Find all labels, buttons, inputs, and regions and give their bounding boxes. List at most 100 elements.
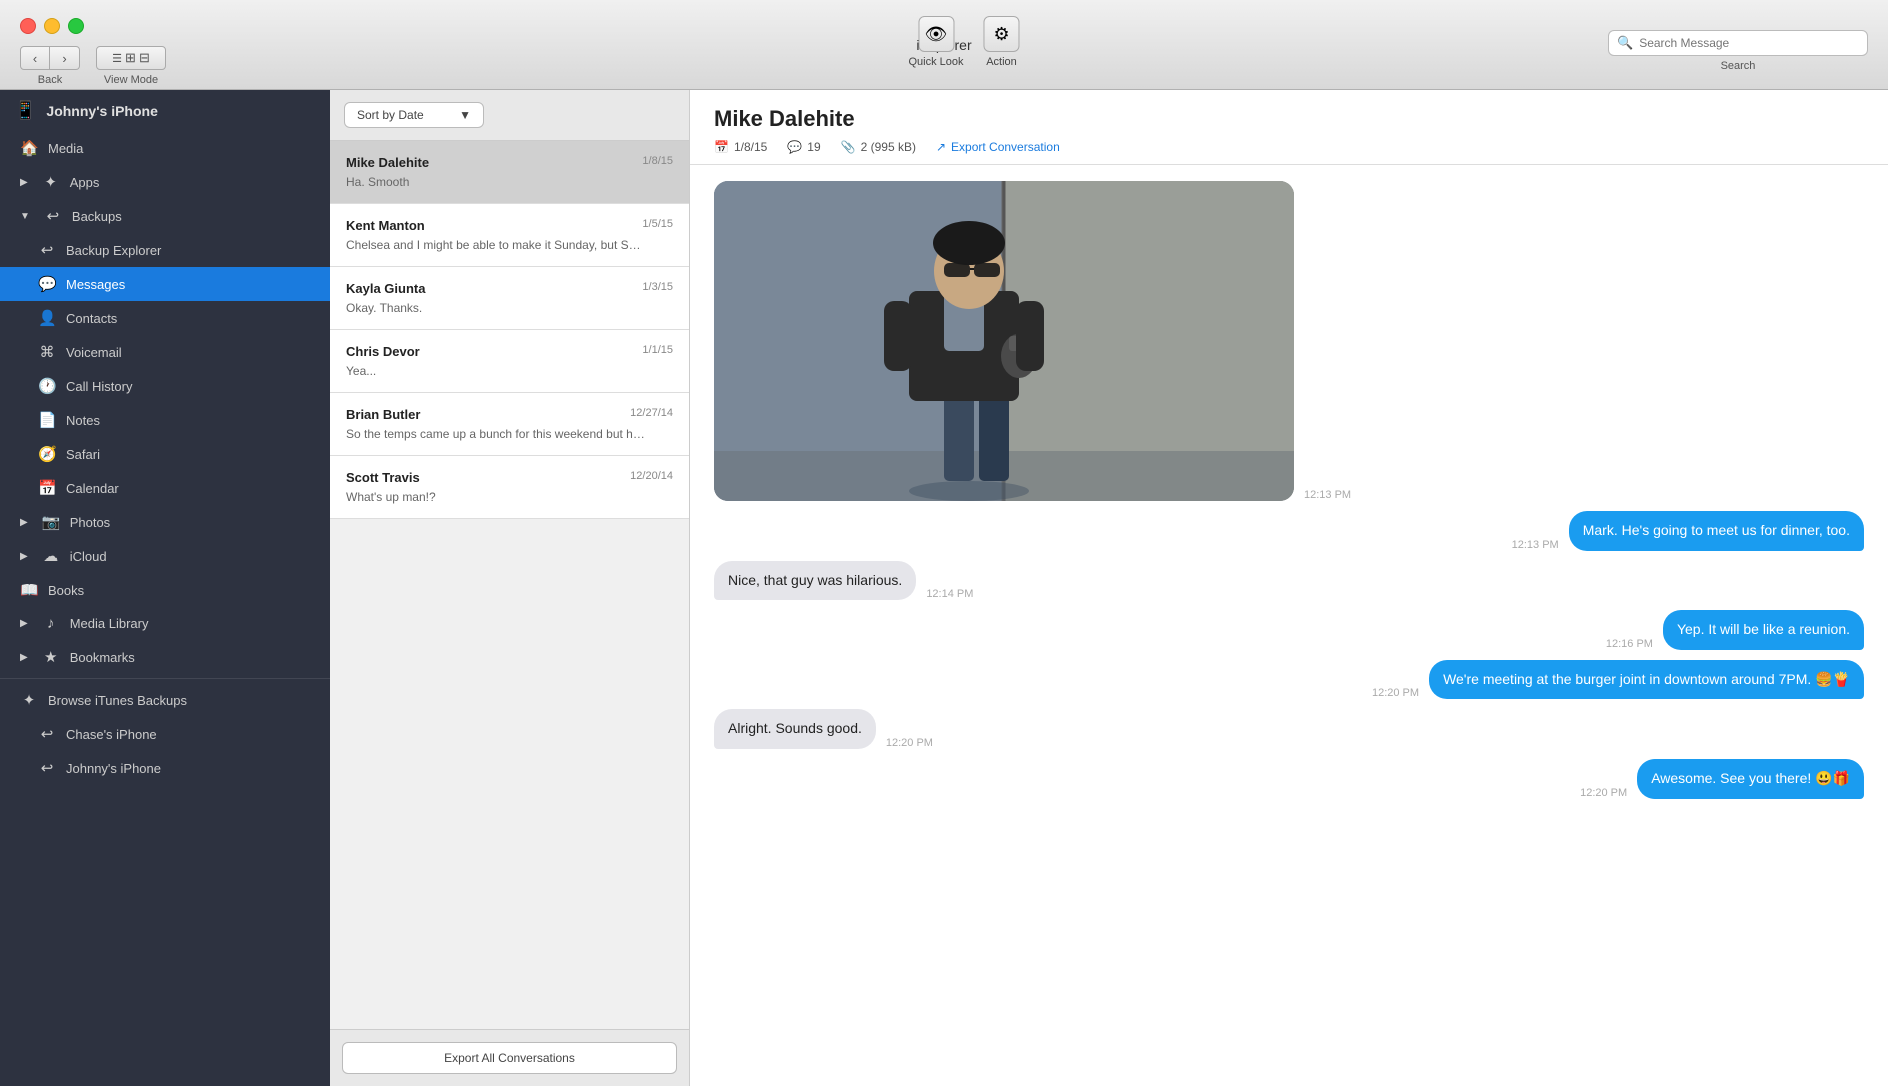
- conv-preview: Ha. Smooth: [346, 175, 646, 189]
- sidebar-item-calendar[interactable]: 📅 Calendar: [0, 471, 330, 505]
- sidebar-item-icloud[interactable]: ▶ ☁ iCloud: [0, 539, 330, 573]
- sidebar-item-media-library[interactable]: ▶ ♪ Media Library: [0, 607, 330, 640]
- close-button[interactable]: [20, 18, 36, 34]
- conv-item-kayla-giunta[interactable]: Kayla Giunta 1/3/15 Okay. Thanks.: [330, 267, 689, 330]
- conv-items: Mike Dalehite 1/8/15 Ha. Smooth Kent Man…: [330, 141, 689, 1029]
- calendar-icon: 📅: [38, 479, 56, 497]
- sidebar-item-call-history[interactable]: 🕐 Call History: [0, 369, 330, 403]
- search-label: Search: [1608, 60, 1868, 72]
- conv-item-scott-travis[interactable]: Scott Travis 12/20/14 What's up man!?: [330, 456, 689, 519]
- eye-icon: 👁: [925, 24, 948, 45]
- msg-time: 12:14 PM: [926, 588, 973, 600]
- msg-text: We're meeting at the burger joint in dow…: [1443, 671, 1850, 687]
- safari-icon: 🧭: [38, 445, 56, 463]
- sidebar-item-safari[interactable]: 🧭 Safari: [0, 437, 330, 471]
- chat-meta: 📅 1/8/15 💬 19 📎 2 (995 kB) ↗ Export Conv…: [714, 140, 1864, 154]
- sidebar-item-voicemail[interactable]: ⌘ Voicemail: [0, 335, 330, 369]
- iphone-icon: 📱: [14, 100, 36, 121]
- conv-preview: Yea...: [346, 364, 646, 378]
- message-count-icon: 💬: [787, 140, 802, 154]
- list-icon: ☰: [112, 52, 122, 65]
- sidebar-browse-itunes-label: Browse iTunes Backups: [48, 693, 187, 708]
- sidebar-item-photos[interactable]: ▶ 📷 Photos: [0, 505, 330, 539]
- media-library-chevron-icon: ▶: [20, 618, 28, 629]
- sidebar-notes-label: Notes: [66, 413, 100, 428]
- forward-button[interactable]: ›: [50, 46, 80, 70]
- device-header[interactable]: 📱 Johnny's iPhone: [0, 90, 330, 131]
- sidebar-item-backup-explorer[interactable]: ↩ Backup Explorer: [0, 233, 330, 267]
- sidebar-media-library-label: Media Library: [70, 616, 149, 631]
- export-all-conversations-button[interactable]: Export All Conversations: [342, 1042, 677, 1074]
- sidebar-item-notes[interactable]: 📄 Notes: [0, 403, 330, 437]
- chat-header: Mike Dalehite 📅 1/8/15 💬 19 📎 2 (995 kB)…: [690, 90, 1888, 165]
- search-box: 🔍 Search: [1608, 30, 1868, 72]
- back-button[interactable]: ‹: [20, 46, 50, 70]
- search-icon: 🔍: [1617, 35, 1633, 51]
- call-history-icon: 🕐: [38, 377, 56, 395]
- msg-time: 12:13 PM: [1304, 489, 1351, 501]
- sidebar-johnnys-iphone-label: Johnny's iPhone: [66, 761, 161, 776]
- sidebar: 📱 Johnny's iPhone 🏠 Media ▶ ✦ Apps ▼ ↩ B…: [0, 90, 330, 1086]
- icloud-chevron-icon: ▶: [20, 551, 28, 562]
- conv-name: Mike Dalehite: [346, 155, 429, 170]
- msg-text: Awesome. See you there! 😃🎁: [1651, 770, 1850, 786]
- window-controls: [20, 18, 84, 34]
- photos-icon: 📷: [42, 513, 60, 531]
- sidebar-item-chases-iphone[interactable]: ↩ Chase's iPhone: [0, 717, 330, 751]
- quicklook-label: Quick Look: [908, 56, 963, 68]
- conv-item-chris-devor[interactable]: Chris Devor 1/1/15 Yea...: [330, 330, 689, 393]
- msg-row-sent-4: 12:20 PM Awesome. See you there! 😃🎁: [714, 759, 1864, 799]
- quicklook-button[interactable]: 👁: [918, 16, 954, 52]
- sidebar-calendar-label: Calendar: [66, 481, 119, 496]
- viewmode-label: View Mode: [104, 74, 158, 86]
- sidebar-divider: [0, 678, 330, 679]
- conv-name: Chris Devor: [346, 344, 420, 359]
- chat-date: 1/8/15: [734, 140, 767, 154]
- sidebar-backup-explorer-label: Backup Explorer: [66, 243, 161, 258]
- search-input[interactable]: [1639, 36, 1839, 50]
- conv-toolbar: Sort by Date ▼: [330, 90, 689, 141]
- minimize-button[interactable]: [44, 18, 60, 34]
- maximize-button[interactable]: [68, 18, 84, 34]
- conv-item-brian-butler[interactable]: Brian Butler 12/27/14 So the temps came …: [330, 393, 689, 456]
- apps-icon: ✦: [42, 173, 60, 191]
- sidebar-bookmarks-label: Bookmarks: [70, 650, 135, 665]
- sidebar-item-backups[interactable]: ▼ ↩ Backups: [0, 199, 330, 233]
- conv-item-kent-manton[interactable]: Kent Manton 1/5/15 Chelsea and I might b…: [330, 204, 689, 267]
- msg-text: Alright. Sounds good.: [728, 720, 862, 736]
- bookmarks-icon: ★: [42, 648, 60, 666]
- chat-bubble-sent: Yep. It will be like a reunion.: [1663, 610, 1864, 650]
- action-button[interactable]: ⚙: [984, 16, 1020, 52]
- sidebar-chases-iphone-label: Chase's iPhone: [66, 727, 157, 742]
- sidebar-item-johnnys-iphone[interactable]: ↩ Johnny's iPhone: [0, 751, 330, 785]
- voicemail-icon: ⌘: [38, 343, 56, 361]
- chat-messages[interactable]: 12:13 PM 12:13 PM Mark. He's going to me…: [690, 165, 1888, 1086]
- msg-row-received-2: Alright. Sounds good. 12:20 PM: [714, 709, 1864, 749]
- sidebar-item-browse-itunes[interactable]: ✦ Browse iTunes Backups: [0, 683, 330, 717]
- chevron-down-icon: ▼: [20, 211, 30, 222]
- viewmode-button[interactable]: ☰ ⊞ ⊟: [96, 46, 166, 70]
- sidebar-item-media[interactable]: 🏠 Media: [0, 131, 330, 165]
- msg-text: Yep. It will be like a reunion.: [1677, 621, 1850, 637]
- export-conversation-button[interactable]: ↗ Export Conversation: [936, 140, 1060, 154]
- sidebar-messages-label: Messages: [66, 277, 125, 292]
- sidebar-item-bookmarks[interactable]: ▶ ★ Bookmarks: [0, 640, 330, 674]
- msg-row-received-1: Nice, that guy was hilarious. 12:14 PM: [714, 561, 1864, 601]
- sidebar-item-apps[interactable]: ▶ ✦ Apps: [0, 165, 330, 199]
- msg-row-sent-3: 12:20 PM We're meeting at the burger joi…: [714, 660, 1864, 700]
- conversation-list: Sort by Date ▼ Mike Dalehite 1/8/15 Ha. …: [330, 90, 690, 1086]
- sidebar-media-label: Media: [48, 141, 83, 156]
- sidebar-item-messages[interactable]: 💬 Messages: [0, 267, 330, 301]
- notes-icon: 📄: [38, 411, 56, 429]
- sidebar-item-books[interactable]: 📖 Books: [0, 573, 330, 607]
- calendar-meta-icon: 📅: [714, 140, 729, 154]
- conv-date: 1/5/15: [642, 218, 673, 233]
- sidebar-item-contacts[interactable]: 👤 Contacts: [0, 301, 330, 335]
- conv-item-mike-dalehite[interactable]: Mike Dalehite 1/8/15 Ha. Smooth: [330, 141, 689, 204]
- itunes-icon: ✦: [20, 691, 38, 709]
- titlebar: ‹ › Back ☰ ⊞ ⊟ View Mode iExplorer 👁 Qui…: [0, 0, 1888, 90]
- msg-time: 12:20 PM: [886, 737, 933, 749]
- conv-name: Brian Butler: [346, 407, 420, 422]
- chevron-right-icon: ▶: [20, 177, 28, 188]
- sort-dropdown[interactable]: Sort by Date ▼: [344, 102, 484, 128]
